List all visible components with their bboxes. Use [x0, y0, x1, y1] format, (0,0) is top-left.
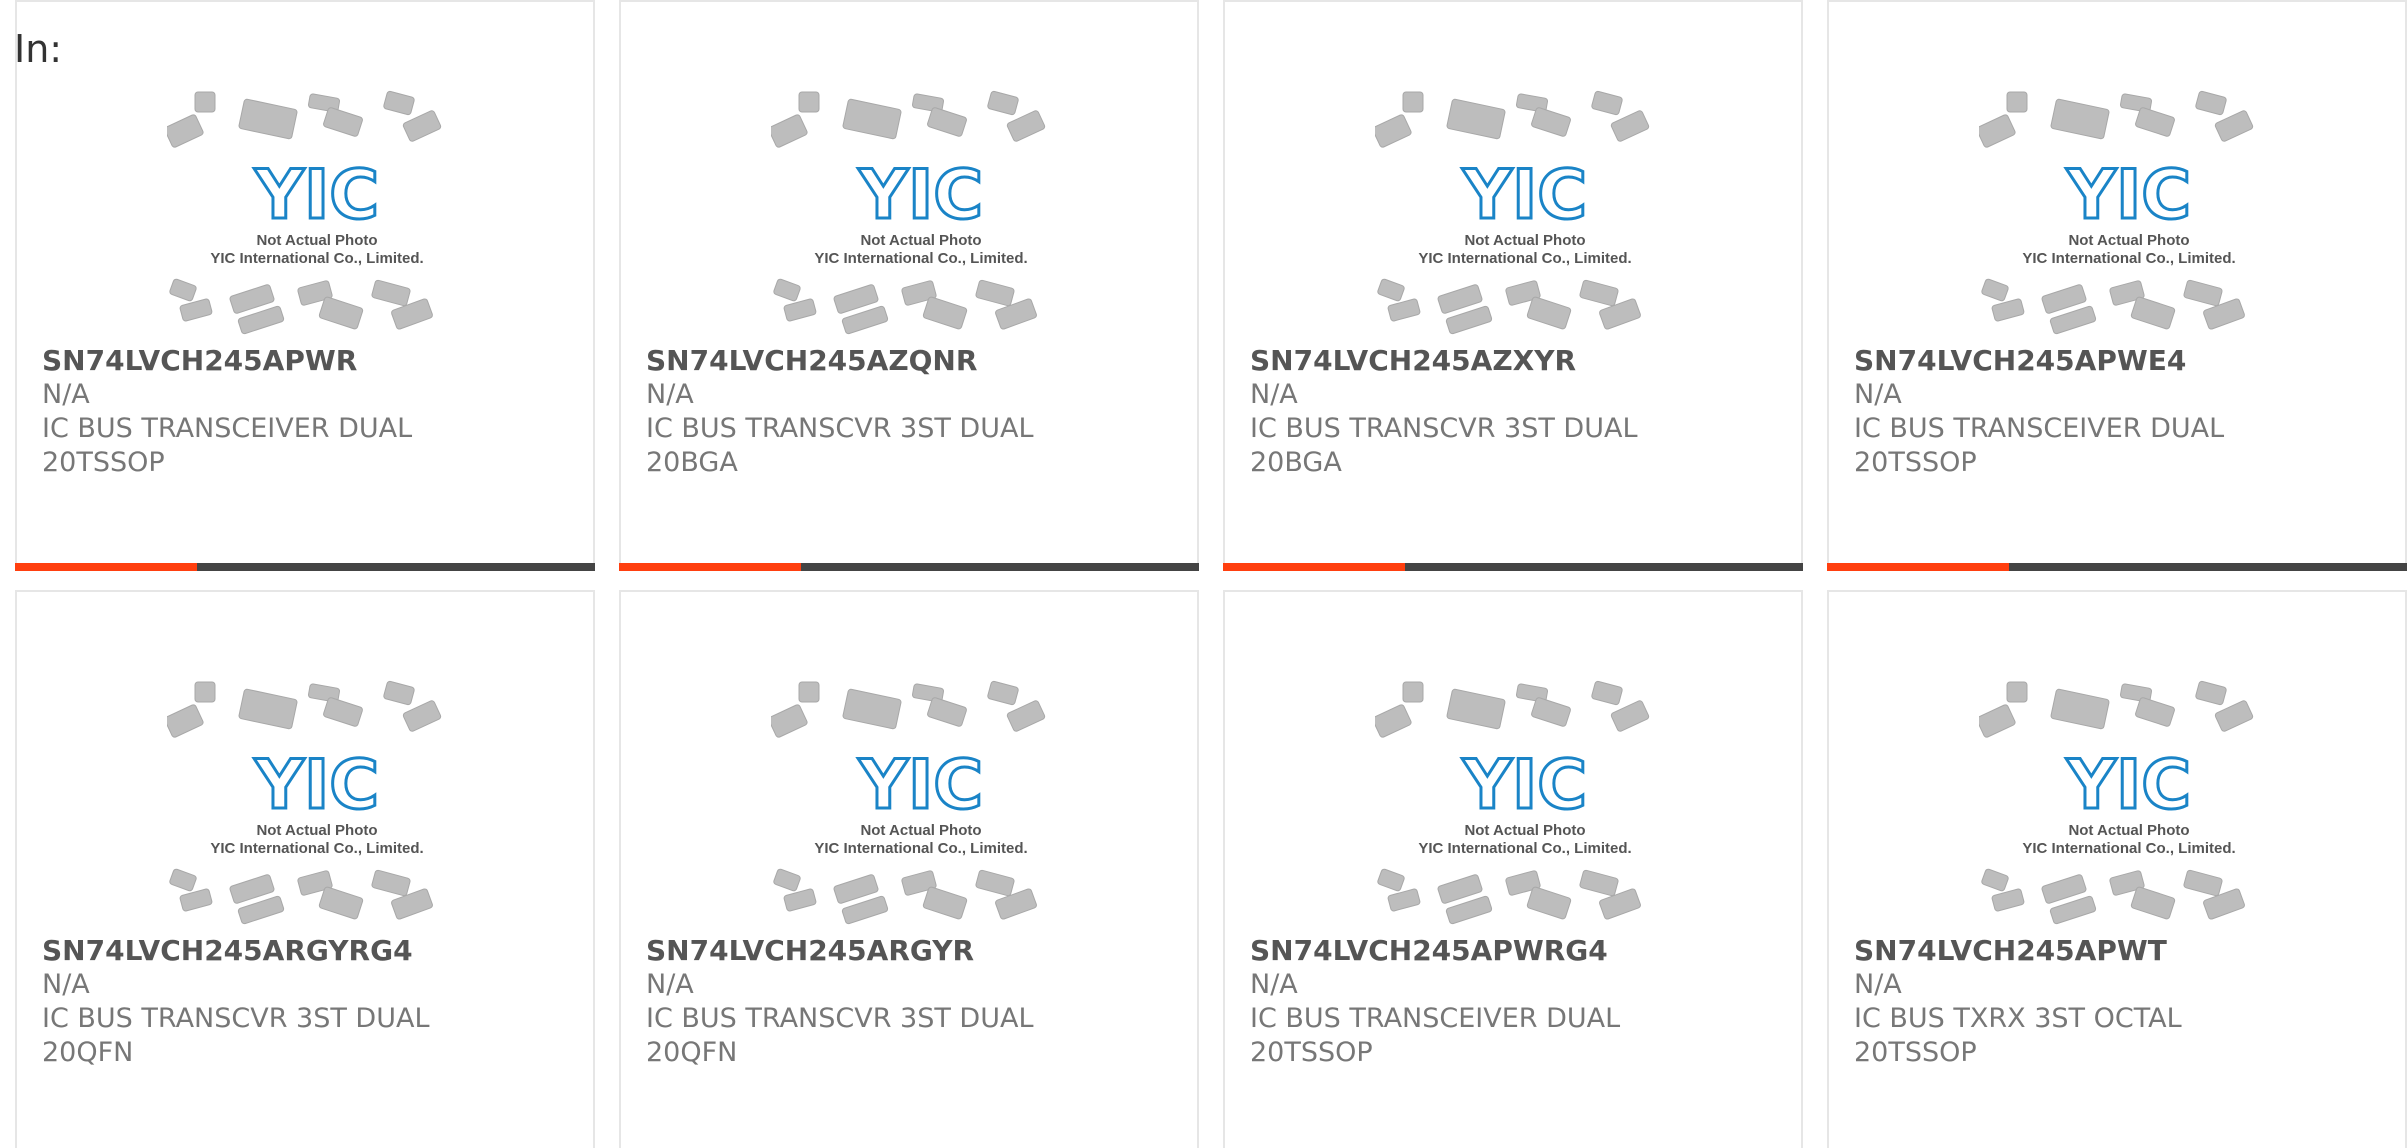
placeholder-caption-line1: Not Actual Photo: [1464, 822, 1585, 839]
placeholder-caption-line2: YIC International Co., Limited.: [814, 840, 1027, 857]
product-placeholder-image: YIC Not Actual Photo YIC International Co.…: [771, 680, 1071, 925]
product-card[interactable]: YIC Not Actual Photo YIC International Co.…: [1223, 0, 1803, 571]
yic-logo: YIC: [858, 746, 983, 825]
product-description: IC BUS TRANSCEIVER DUAL 20TSSOP: [42, 413, 413, 478]
placeholder-caption-line2: YIC International Co., Limited.: [2022, 250, 2235, 267]
product-manufacturer: N/A: [1854, 379, 1902, 410]
product-manufacturer: N/A: [1250, 969, 1298, 1000]
product-placeholder-graphic: YICNot Actual PhotoYIC International Co.…: [771, 90, 1046, 335]
product-card[interactable]: YIC Not Actual Photo YIC International Co.…: [1827, 0, 2407, 571]
product-manufacturer: N/A: [42, 969, 90, 1000]
product-manufacturer: N/A: [1250, 379, 1298, 410]
product-card[interactable]: YIC Not Actual Photo YIC International Co.…: [15, 0, 595, 571]
product-part-number[interactable]: SN74LVCH245APWE4: [1854, 344, 2186, 377]
yic-logo: YIC: [2066, 746, 2191, 825]
product-placeholder-image: YIC Not Actual Photo YIC International Co.…: [167, 90, 467, 335]
product-part-number[interactable]: SN74LVCH245ARGYR: [646, 934, 974, 967]
product-placeholder-graphic: YICNot Actual PhotoYIC International Co.…: [1375, 90, 1650, 335]
yic-logo: YIC: [2066, 156, 2191, 235]
product-card[interactable]: YIC Not Actual Photo YIC International Co.…: [619, 590, 1199, 1148]
product-placeholder-graphic: YICNot Actual PhotoYIC International Co.…: [167, 90, 442, 335]
product-grid: YIC Not Actual Photo YIC International Co.…: [15, 0, 2408, 1148]
product-description: IC BUS TRANSCVR 3ST DUAL 20BGA: [646, 413, 1034, 478]
placeholder-caption-line2: YIC International Co., Limited.: [210, 840, 423, 857]
in-label: In:: [14, 27, 63, 71]
card-accent-bar: [1827, 563, 2407, 571]
placeholder-caption-line1: Not Actual Photo: [1464, 232, 1585, 249]
placeholder-caption-line1: Not Actual Photo: [2068, 822, 2189, 839]
product-placeholder-image: YIC Not Actual Photo YIC International Co.…: [167, 680, 467, 925]
product-placeholder-image: YIC Not Actual Photo YIC International Co.…: [1375, 90, 1675, 335]
product-description: IC BUS TRANSCVR 3ST DUAL 20QFN: [646, 1003, 1034, 1068]
placeholder-caption-line2: YIC International Co., Limited.: [210, 250, 423, 267]
product-description: IC BUS TRANSCEIVER DUAL 20TSSOP: [1854, 413, 2225, 478]
product-card[interactable]: YIC Not Actual Photo YIC International Co.…: [15, 590, 595, 1148]
product-manufacturer: N/A: [646, 969, 694, 1000]
yic-logo: YIC: [254, 156, 379, 235]
yic-logo: YIC: [858, 156, 983, 235]
product-manufacturer: N/A: [646, 379, 694, 410]
product-description: IC BUS TRANSCVR 3ST DUAL 20BGA: [1250, 413, 1638, 478]
product-description: IC BUS TRANSCVR 3ST DUAL 20QFN: [42, 1003, 430, 1068]
product-placeholder-image: YIC Not Actual Photo YIC International Co.…: [1979, 90, 2279, 335]
product-card[interactable]: YIC Not Actual Photo YIC International Co.…: [1827, 590, 2407, 1148]
product-card[interactable]: YIC Not Actual Photo YIC International Co.…: [1223, 590, 1803, 1148]
product-placeholder-image: YIC Not Actual Photo YIC International Co.…: [1375, 680, 1675, 925]
product-part-number[interactable]: SN74LVCH245APWRG4: [1250, 934, 1608, 967]
product-part-number[interactable]: SN74LVCH245AZQNR: [646, 344, 977, 377]
placeholder-caption-line1: Not Actual Photo: [860, 822, 981, 839]
yic-logo: YIC: [254, 746, 379, 825]
placeholder-caption-line2: YIC International Co., Limited.: [814, 250, 1027, 267]
product-card[interactable]: YIC Not Actual Photo YIC International Co.…: [619, 0, 1199, 571]
card-accent-bar: [1223, 563, 1803, 571]
product-placeholder-graphic: YICNot Actual PhotoYIC International Co.…: [1979, 90, 2254, 335]
placeholder-caption-line1: Not Actual Photo: [860, 232, 981, 249]
product-manufacturer: N/A: [1854, 969, 1902, 1000]
yic-logo: YIC: [1462, 746, 1587, 825]
card-accent-bar: [619, 563, 1199, 571]
placeholder-caption-line1: Not Actual Photo: [256, 822, 377, 839]
product-placeholder-image: YIC Not Actual Photo YIC International Co.…: [771, 90, 1071, 335]
placeholder-caption-line2: YIC International Co., Limited.: [2022, 840, 2235, 857]
product-description: IC BUS TRANSCEIVER DUAL 20TSSOP: [1250, 1003, 1621, 1068]
product-placeholder-graphic: YICNot Actual PhotoYIC International Co.…: [771, 680, 1046, 925]
product-listing-page: YIC Not Actual Photo YIC International Co.…: [0, 0, 2408, 1148]
product-placeholder-image: YIC Not Actual Photo YIC International Co.…: [1979, 680, 2279, 925]
placeholder-caption-line2: YIC International Co., Limited.: [1418, 250, 1631, 267]
product-placeholder-graphic: YICNot Actual PhotoYIC International Co.…: [1375, 680, 1650, 925]
placeholder-caption-line2: YIC International Co., Limited.: [1418, 840, 1631, 857]
product-description: IC BUS TXRX 3ST OCTAL 20TSSOP: [1854, 1003, 2182, 1068]
product-part-number[interactable]: SN74LVCH245APWR: [42, 344, 357, 377]
placeholder-caption-line1: Not Actual Photo: [256, 232, 377, 249]
product-part-number[interactable]: SN74LVCH245ARGYRG4: [42, 934, 413, 967]
product-part-number[interactable]: SN74LVCH245APWT: [1854, 934, 2167, 967]
product-manufacturer: N/A: [42, 379, 90, 410]
card-accent-bar: [15, 563, 595, 571]
product-part-number[interactable]: SN74LVCH245AZXYR: [1250, 344, 1576, 377]
yic-logo: YIC: [1462, 156, 1587, 235]
product-placeholder-graphic: YICNot Actual PhotoYIC International Co.…: [1979, 680, 2254, 925]
product-placeholder-graphic: YICNot Actual PhotoYIC International Co.…: [167, 680, 442, 925]
placeholder-caption-line1: Not Actual Photo: [2068, 232, 2189, 249]
